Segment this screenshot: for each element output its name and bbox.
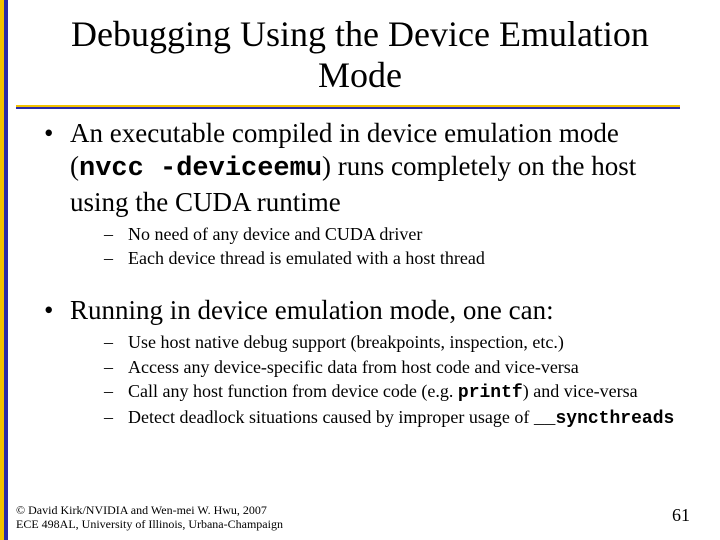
bullet-2: Running in device emulation mode, one ca… bbox=[44, 294, 690, 432]
sub-1b: Each device thread is emulated with a ho… bbox=[104, 247, 690, 270]
page-number: 61 bbox=[672, 505, 690, 526]
bullet-1: An executable compiled in device emulati… bbox=[44, 117, 690, 271]
title-underline bbox=[16, 105, 680, 107]
sub-2b: Access any device-specific data from hos… bbox=[104, 356, 690, 379]
sub-1a: No need of any device and CUDA driver bbox=[104, 223, 690, 246]
sub-2d: Detect deadlock situations caused by imp… bbox=[104, 406, 690, 431]
footer: © David Kirk/NVIDIA and Wen-mei W. Hwu, … bbox=[16, 504, 690, 532]
copyright-line1: © David Kirk/NVIDIA and Wen-mei W. Hwu, … bbox=[16, 504, 690, 518]
left-accent-stripe bbox=[0, 0, 8, 540]
copyright-line2: ECE 498AL, University of Illinois, Urban… bbox=[16, 518, 690, 532]
sub-2c: Call any host function from device code … bbox=[104, 380, 690, 405]
sub-2a: Use host native debug support (breakpoin… bbox=[104, 331, 690, 354]
slide-title: Debugging Using the Device Emulation Mod… bbox=[0, 0, 720, 99]
slide-body: An executable compiled in device emulati… bbox=[0, 107, 720, 432]
